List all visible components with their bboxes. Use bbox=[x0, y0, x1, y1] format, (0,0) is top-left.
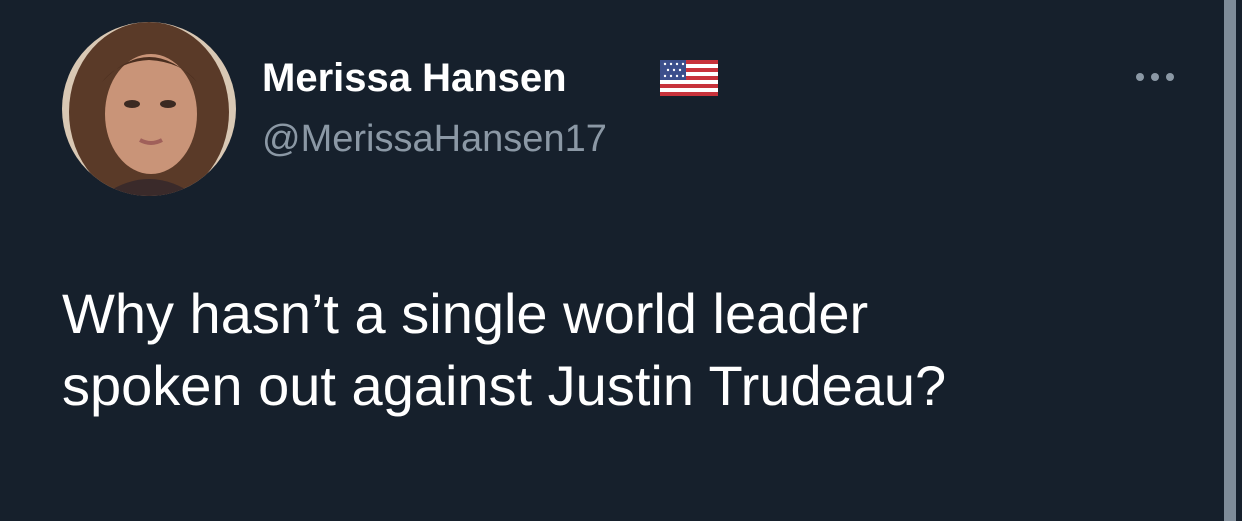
author-display-name[interactable]: Merissa Hansen bbox=[262, 54, 567, 102]
more-options-icon[interactable] bbox=[1128, 60, 1182, 94]
avatar[interactable] bbox=[62, 22, 236, 196]
avatar-photo-icon bbox=[62, 22, 236, 196]
tweet-card: Merissa Hansen @MerissaHansen17 Why hasn… bbox=[0, 0, 1242, 521]
scrollbar[interactable] bbox=[1224, 0, 1236, 521]
us-flag-icon bbox=[660, 60, 718, 96]
tweet-text-line-2: spoken out against Justin Trudeau? bbox=[62, 354, 947, 417]
tweet-text-line-1: Why hasn’t a single world leader bbox=[62, 282, 869, 345]
tweet-text: Why hasn’t a single world leader spoken … bbox=[62, 278, 1182, 422]
author-handle[interactable]: @MerissaHansen17 bbox=[262, 116, 607, 162]
